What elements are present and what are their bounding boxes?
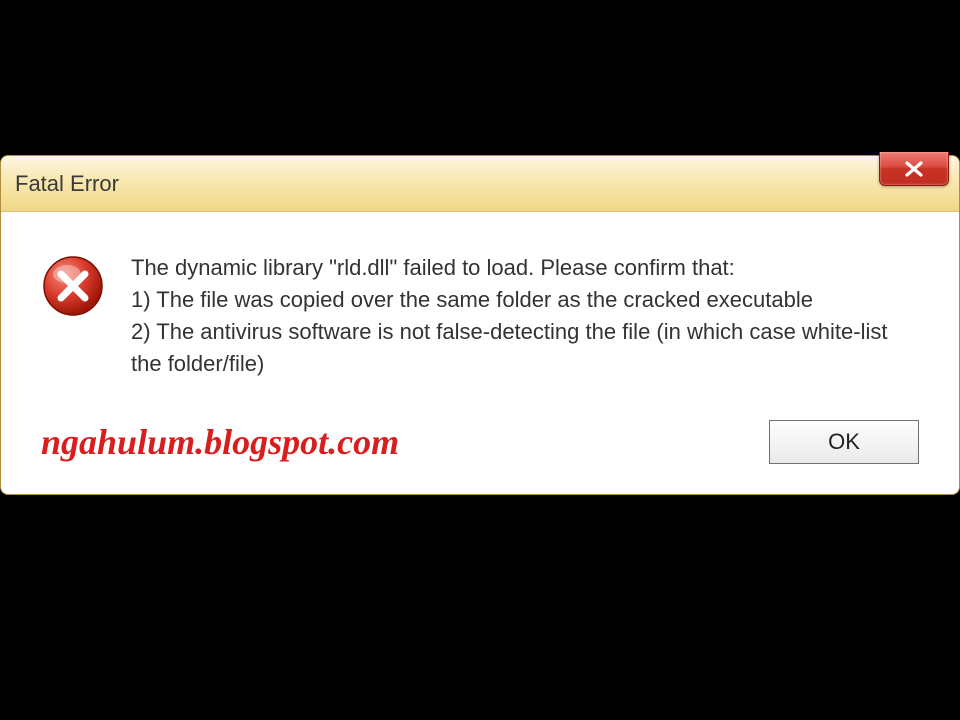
error-icon: [41, 254, 105, 318]
error-message: The dynamic library "rld.dll" failed to …: [131, 252, 919, 380]
dialog-title: Fatal Error: [15, 171, 119, 197]
dialog-footer: ngahulum.blogspot.com OK: [1, 400, 959, 494]
watermark-text: ngahulum.blogspot.com: [41, 421, 399, 463]
error-dialog: Fatal Error: [0, 155, 960, 495]
close-button[interactable]: [879, 152, 949, 186]
titlebar[interactable]: Fatal Error: [1, 156, 959, 212]
close-icon: [903, 161, 925, 177]
ok-button[interactable]: OK: [769, 420, 919, 464]
dialog-content: The dynamic library "rld.dll" failed to …: [1, 212, 959, 400]
